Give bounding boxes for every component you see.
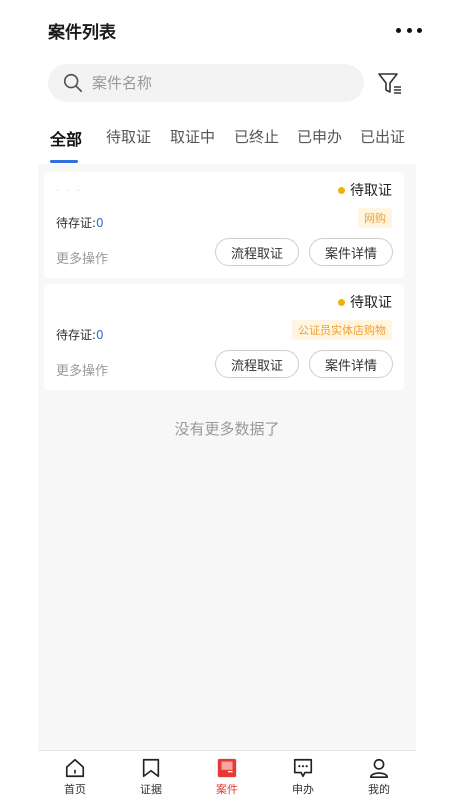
dot-icon xyxy=(406,27,412,33)
status-label: 待取证 xyxy=(350,183,392,199)
case-name-placeholder: · · · xyxy=(56,186,82,197)
home-icon xyxy=(65,758,85,778)
flow-evidence-button[interactable]: 流程取证 xyxy=(215,350,299,378)
pending-label: 待存证: xyxy=(56,328,97,342)
bottom-tab-bar: 首页 证据 案件 申办 我的 xyxy=(38,750,416,800)
nav-cases[interactable]: 案件 xyxy=(197,757,257,797)
no-more-data-text: 没有更多数据了 xyxy=(174,420,280,438)
status-badge: 待取证 xyxy=(338,180,392,200)
case-type-tag: 公证员实体店购物 xyxy=(292,320,392,340)
search-row xyxy=(48,64,408,104)
nav-mine[interactable]: 我的 xyxy=(349,757,409,797)
nav-apply[interactable]: 申办 xyxy=(273,757,333,797)
dot-icon xyxy=(417,27,422,33)
bookmark-icon xyxy=(142,758,160,778)
case-detail-button[interactable]: 案件详情 xyxy=(309,350,393,378)
nav-apply-label: 申办 xyxy=(292,783,314,796)
pending-count: 0 xyxy=(96,216,104,230)
nav-home-label: 首页 xyxy=(64,783,86,796)
dot-icon xyxy=(396,27,401,33)
status-tabs: 全部 待取证 取证中 已终止 已申办 已出证 xyxy=(0,118,450,164)
active-tab-indicator xyxy=(50,160,78,163)
page-title: 案件列表 xyxy=(48,22,116,43)
more-operations-link[interactable]: 更多操作 xyxy=(56,248,108,267)
case-card[interactable]: · · · 待取证 网购 待存证:0 更多操作 流程取证 案件详情 xyxy=(44,172,404,278)
flow-evidence-button[interactable]: 流程取证 xyxy=(215,238,299,266)
case-detail-button[interactable]: 案件详情 xyxy=(309,238,393,266)
tab-pending-evidence[interactable]: 待取证 xyxy=(106,126,151,147)
pending-count-row: 待存证:0 xyxy=(56,326,104,343)
pending-count: 0 xyxy=(96,328,104,342)
case-type-tag: 网购 xyxy=(358,208,392,228)
nav-home[interactable]: 首页 xyxy=(45,757,105,797)
pending-count-row: 待存证:0 xyxy=(56,214,104,231)
more-operations-link[interactable]: 更多操作 xyxy=(56,360,108,379)
search-input[interactable] xyxy=(92,74,332,92)
pending-label: 待存证: xyxy=(56,216,97,230)
tab-terminated[interactable]: 已终止 xyxy=(234,126,279,147)
tab-issued[interactable]: 已出证 xyxy=(360,126,405,147)
status-label: 待取证 xyxy=(350,295,392,311)
status-badge: 待取证 xyxy=(338,292,392,312)
case-list: · · · 待取证 网购 待存证:0 更多操作 流程取证 案件详情 待取证 公证… xyxy=(38,164,416,750)
status-dot-icon xyxy=(338,186,345,194)
search-icon xyxy=(63,73,83,93)
user-icon xyxy=(369,758,389,778)
case-icon xyxy=(217,758,237,778)
nav-evidence-label: 证据 xyxy=(140,783,162,796)
nav-evidence[interactable]: 证据 xyxy=(121,757,181,797)
status-dot-icon xyxy=(338,298,345,306)
nav-cases-label: 案件 xyxy=(216,783,238,796)
tab-all[interactable]: 全部 xyxy=(50,126,82,150)
tab-applied[interactable]: 已申办 xyxy=(297,126,342,147)
nav-mine-label: 我的 xyxy=(368,783,390,796)
message-icon xyxy=(293,758,313,778)
more-options-button[interactable] xyxy=(396,20,422,40)
search-box[interactable] xyxy=(48,64,364,102)
case-card[interactable]: 待取证 公证员实体店购物 待存证:0 更多操作 流程取证 案件详情 xyxy=(44,284,404,390)
app-header: 案件列表 xyxy=(0,0,450,60)
filter-icon[interactable] xyxy=(376,70,404,98)
tab-collecting[interactable]: 取证中 xyxy=(170,126,215,147)
